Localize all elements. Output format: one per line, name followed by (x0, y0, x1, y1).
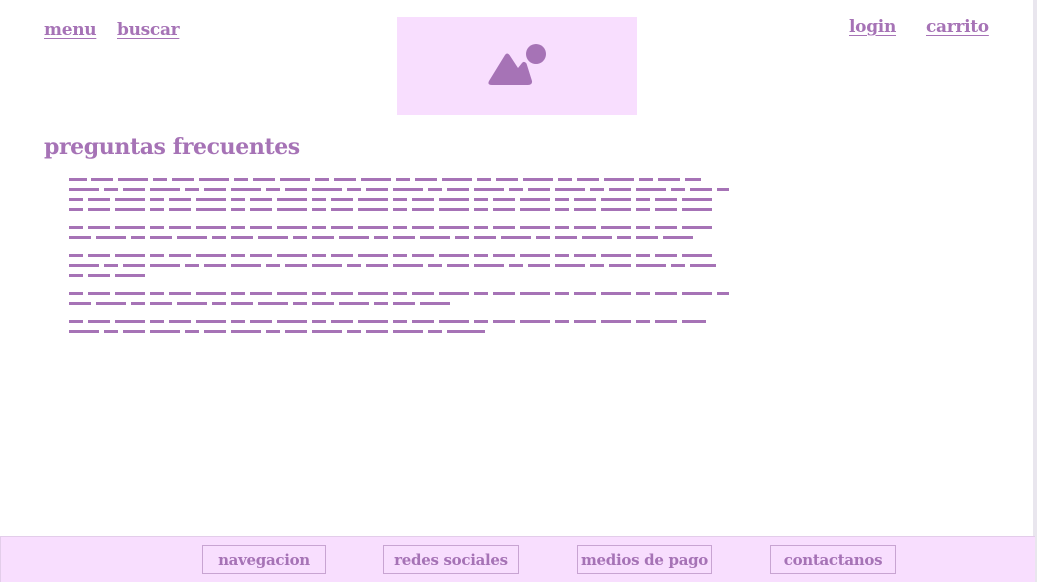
faq-item[interactable] (69, 251, 729, 281)
faq-item[interactable] (69, 289, 729, 309)
footer-payment-button[interactable]: medios de pago (577, 545, 712, 574)
faq-item-placeholder-text (69, 254, 716, 277)
image-placeholder-icon (488, 44, 546, 85)
faq-item[interactable] (69, 223, 729, 243)
logo-placeholder[interactable] (397, 17, 637, 115)
page-edge (1033, 0, 1037, 582)
footer-social-button[interactable]: redes sociales (383, 545, 519, 574)
faq-item-placeholder-text (69, 178, 729, 211)
footer-contact-button[interactable]: contactanos (770, 545, 896, 574)
faq-item[interactable] (69, 175, 729, 215)
login-link[interactable]: login (849, 17, 896, 37)
faq-item-placeholder-text (69, 226, 712, 239)
page-title: preguntas frecuentes (44, 134, 300, 160)
footer-navigation-button[interactable]: navegacion (202, 545, 326, 574)
faq-list (69, 175, 729, 337)
footer-bar: navegacion redes sociales medios de pago… (0, 536, 1035, 582)
faq-item[interactable] (69, 317, 729, 337)
faq-item-placeholder-text (69, 292, 729, 305)
cart-link[interactable]: carrito (926, 17, 989, 37)
search-link[interactable]: buscar (117, 20, 180, 40)
faq-item-placeholder-text (69, 320, 706, 333)
menu-link[interactable]: menu (44, 20, 97, 40)
